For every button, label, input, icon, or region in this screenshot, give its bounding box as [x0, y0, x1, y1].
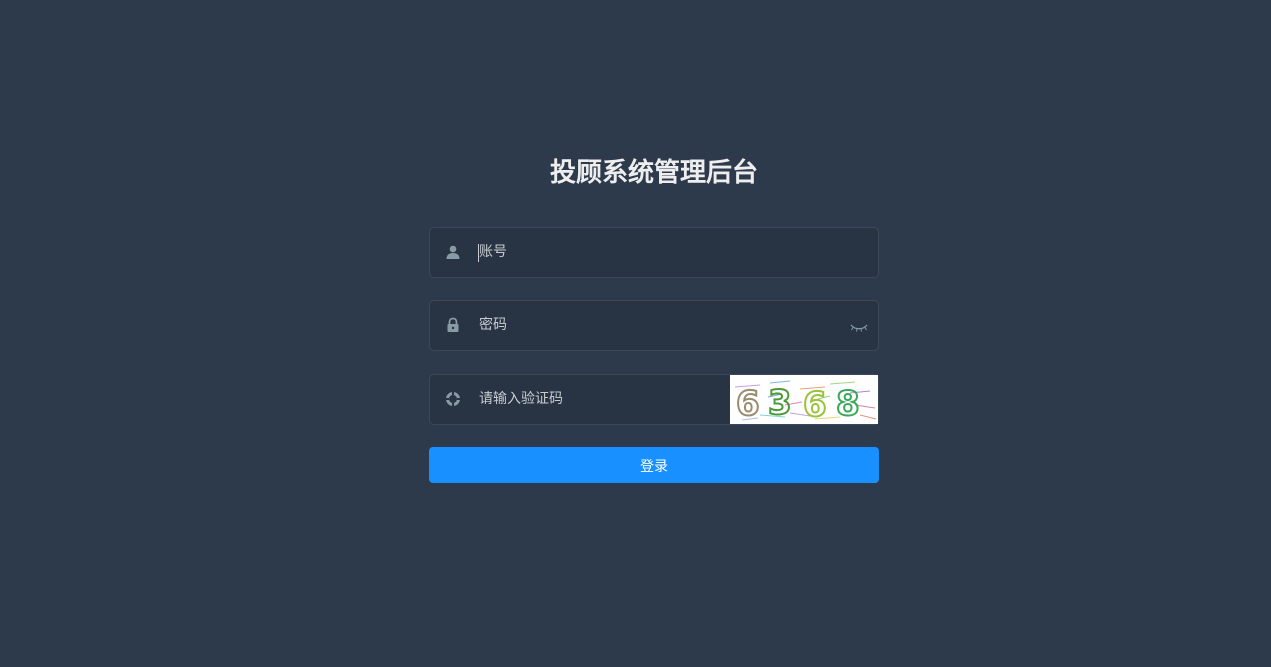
eye-closed-icon[interactable] [850, 319, 868, 332]
username-placeholder: 账号 [479, 244, 507, 260]
captcha-placeholder: 请输入验证码 [479, 391, 563, 407]
page-title: 投顾系统管理后台 [549, 158, 758, 188]
lock-icon [445, 317, 461, 333]
user-icon [445, 244, 461, 260]
username-field[interactable]: 账号 [429, 227, 879, 278]
login-form: 投顾系统管理后台 账号 密码 请输入验证码 6 3 6 8 登录 [429, 150, 879, 483]
login-button[interactable]: 登录 [429, 447, 879, 483]
captcha-icon [445, 391, 461, 407]
svg-text:8: 8 [836, 384, 860, 424]
captcha-field[interactable]: 请输入验证码 6 3 6 8 [429, 374, 879, 425]
captcha-image[interactable]: 6 3 6 8 [730, 375, 878, 424]
svg-text:3: 3 [768, 383, 792, 423]
password-placeholder: 密码 [479, 317, 507, 333]
svg-text:6: 6 [803, 385, 827, 424]
svg-text:6: 6 [736, 384, 760, 424]
password-field[interactable]: 密码 [429, 300, 879, 351]
login-page: 投顾系统管理后台 账号 密码 请输入验证码 6 3 6 8 登录 [0, 0, 1271, 667]
